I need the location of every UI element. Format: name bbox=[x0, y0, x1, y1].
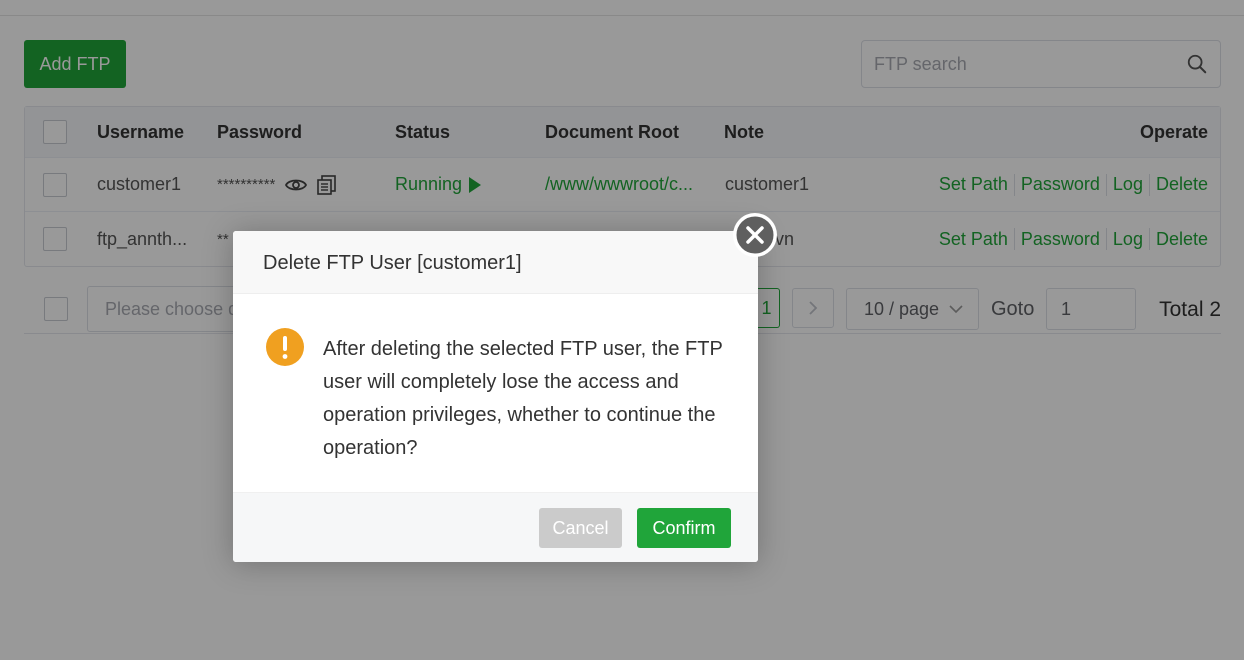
dialog-header: Delete FTP User [customer1] bbox=[233, 231, 758, 294]
dialog-footer: Cancel Confirm bbox=[233, 492, 758, 562]
delete-ftp-dialog: Delete FTP User [customer1] After deleti… bbox=[233, 213, 777, 562]
close-icon bbox=[733, 213, 777, 257]
dialog-title: Delete FTP User [customer1] bbox=[263, 252, 522, 274]
dialog-message: After deleting the selected FTP user, th… bbox=[323, 338, 723, 459]
cancel-button[interactable]: Cancel bbox=[539, 508, 622, 548]
close-button[interactable] bbox=[733, 213, 777, 257]
confirm-button[interactable]: Confirm bbox=[637, 508, 731, 548]
warning-icon bbox=[266, 328, 304, 366]
